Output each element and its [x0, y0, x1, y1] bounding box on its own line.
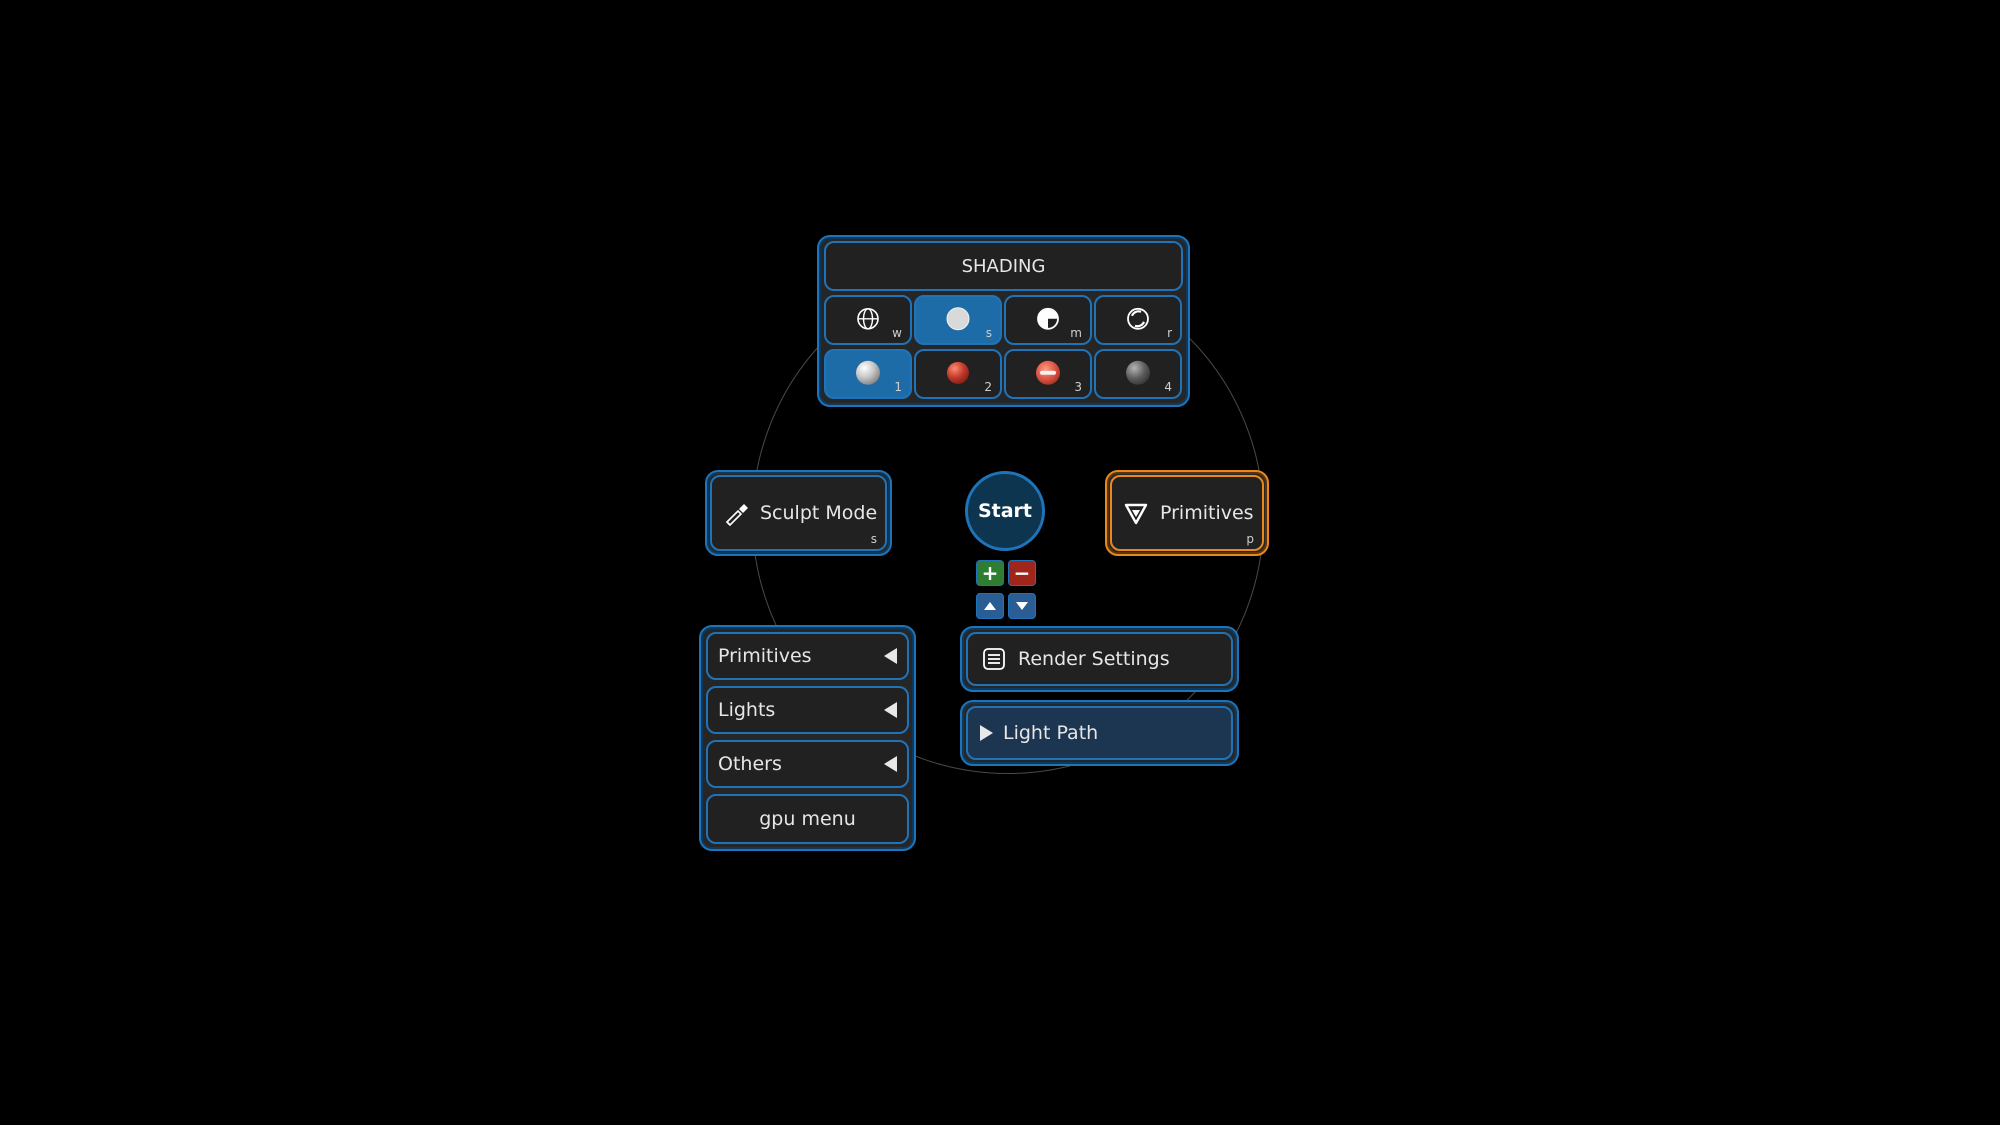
light-path-button[interactable]: Light Path — [966, 706, 1233, 760]
move-down-button[interactable] — [1008, 593, 1036, 619]
render-settings-panel: Render Settings — [960, 626, 1239, 692]
material-icon — [1037, 307, 1059, 330]
material-preset-2[interactable]: 2 — [914, 349, 1002, 399]
light-path-panel: Light Path — [960, 700, 1239, 766]
list-icon — [983, 648, 1005, 670]
gpu-menu-button[interactable]: gpu menu — [706, 794, 909, 844]
remove-button[interactable]: − — [1008, 560, 1036, 586]
sculpt-mode-button[interactable]: Sculpt Mode s — [710, 475, 887, 551]
primitive-cone-icon — [1124, 503, 1148, 525]
expand-triangle-icon — [980, 725, 993, 741]
solid-icon — [946, 307, 970, 331]
matcap-sphere-icon — [856, 360, 880, 385]
shading-material-button[interactable]: m — [1004, 295, 1092, 345]
list-item-lights[interactable]: Lights — [706, 686, 909, 734]
matcap-sphere-icon — [1036, 360, 1060, 385]
matcap-sphere-icon — [1126, 360, 1150, 385]
primitives-button[interactable]: Primitives p — [1110, 475, 1264, 551]
rendered-icon — [1127, 307, 1149, 330]
start-button[interactable]: Start — [965, 471, 1045, 551]
list-item-others[interactable]: Others — [706, 740, 909, 788]
sculpt-brush-icon — [725, 504, 748, 526]
material-preset-3[interactable]: 3 — [1004, 349, 1092, 399]
list-item-primitives[interactable]: Primitives — [706, 632, 909, 680]
shading-title: SHADING — [824, 241, 1183, 291]
shading-wireframe-button[interactable]: w — [824, 295, 912, 345]
move-up-button[interactable] — [976, 593, 1004, 619]
chevron-left-icon — [884, 702, 897, 718]
matcap-sphere-icon — [947, 361, 969, 384]
chevron-left-icon — [884, 648, 897, 664]
arrow-up-icon — [984, 602, 996, 610]
shading-rendered-button[interactable]: r — [1094, 295, 1182, 345]
arrow-down-icon — [1016, 602, 1028, 610]
shading-solid-button[interactable]: s — [914, 295, 1002, 345]
primitives-panel: Primitives p — [1105, 470, 1269, 556]
render-settings-button[interactable]: Render Settings — [966, 632, 1233, 686]
material-preset-4[interactable]: 4 — [1094, 349, 1182, 399]
chevron-left-icon — [884, 756, 897, 772]
add-button[interactable]: + — [976, 560, 1004, 586]
shading-panel: SHADING w s m r 1 2 3 4 — [817, 235, 1190, 407]
wireframe-icon — [857, 307, 879, 330]
material-preset-1[interactable]: 1 — [824, 349, 912, 399]
sculpt-mode-panel: Sculpt Mode s — [705, 470, 892, 556]
add-list-panel: Primitives Lights Others gpu menu — [699, 625, 916, 851]
